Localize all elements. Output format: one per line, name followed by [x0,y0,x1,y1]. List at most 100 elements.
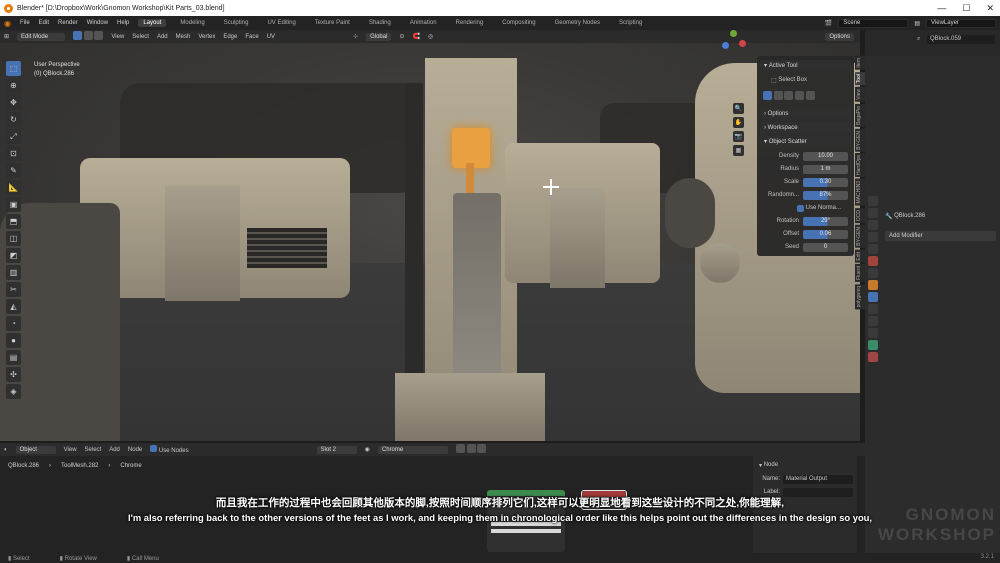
options-section[interactable]: › Options [760,108,851,119]
zoom-icon[interactable]: 🔍 [733,103,744,114]
editor-type-icon[interactable]: ⊞ [4,33,9,40]
shader-menu-add[interactable]: Add [109,447,120,453]
breadcrumb-material[interactable]: Chrome [120,463,141,469]
tab-polygoniq[interactable]: polygoniq [855,284,865,310]
tab-view[interactable]: View [855,86,865,102]
edge-select-icon[interactable] [83,31,93,40]
tab-shading[interactable]: Shading [364,19,396,27]
offset-field[interactable]: Offset 0.06 [763,229,848,239]
cursor-tool-icon[interactable]: ⊕ [6,78,21,93]
use-normal-checkbox[interactable]: Use Norma... [797,203,848,213]
tab-item[interactable]: Item [855,56,865,70]
maximize-button[interactable]: ☐ [962,3,970,14]
tab-edit[interactable]: Edit [855,249,865,263]
object-scatter-section[interactable]: ▾ Object Scatter [760,136,851,147]
blender-menu-icon[interactable]: ◉ [4,19,11,28]
active-tool-row[interactable]: ⬚ Select Box [771,75,848,85]
add-modifier-button[interactable]: Add Modifier [885,231,996,241]
data-props-icon[interactable] [868,340,878,350]
navigation-gizmo[interactable] [720,30,748,74]
transform-orientation-selector[interactable]: Global [366,32,392,41]
extrude-icon[interactable]: ⬒ [6,214,21,229]
transform-icon[interactable]: ⊡ [6,146,21,161]
scale-value[interactable]: 0.30 [803,177,848,187]
mode-selector[interactable]: Edit Mode [17,32,66,41]
object-name-row[interactable]: 🔧 QBlock.286 [885,211,996,221]
bevel-icon[interactable]: ◩ [6,248,21,263]
minimize-button[interactable]: — [937,3,946,13]
menu-edit[interactable]: Edit [39,20,49,26]
menu-vertex[interactable]: Vertex [198,34,215,40]
offset-value[interactable]: 0.06 [803,229,848,239]
rotation-value[interactable]: 29° [803,216,848,226]
tab-bygen-2[interactable]: BY-GEN [855,224,865,248]
viewlayer-selector[interactable]: ViewLayer [926,18,996,28]
material-selector[interactable]: Chrome [377,445,448,454]
menu-add[interactable]: Add [157,34,168,40]
menu-window[interactable]: Window [87,20,108,26]
checkbox-checked-icon[interactable] [797,204,804,212]
menu-select[interactable]: Select [132,34,149,40]
density-value[interactable]: 10.00 [803,151,848,161]
breadcrumb-mesh[interactable]: ToolMesh.282 [61,463,98,469]
knife-icon[interactable]: ✂ [6,282,21,297]
gizmo-x-icon[interactable] [739,40,746,47]
shader-menu-select[interactable]: Select [85,447,102,453]
menu-view[interactable]: View [111,34,124,40]
mode-extend-icon[interactable] [773,90,783,100]
scene-props-icon[interactable] [868,244,878,254]
smooth-icon[interactable]: ● [6,333,21,348]
tab-hardops[interactable]: HardOps [855,153,865,178]
camera-icon[interactable]: 📷 [733,131,744,142]
modifier-props-icon[interactable] [868,292,878,302]
tab-bygen[interactable]: BY-GEN [855,128,865,152]
tab-ocd[interactable]: OCD [855,207,865,223]
edge-slide-icon[interactable]: ▤ [6,350,21,365]
seed-value[interactable]: 0 [803,242,848,252]
menu-file[interactable]: File [20,20,30,26]
shader-menu-view[interactable]: View [64,447,77,453]
material-props-icon[interactable] [868,352,878,362]
close-button[interactable]: ✕ [986,3,994,14]
poly-build-icon[interactable]: ◭ [6,299,21,314]
pan-icon[interactable]: ✋ [733,117,744,128]
world-props-icon[interactable] [868,256,878,266]
tab-rendering[interactable]: Rendering [451,19,489,27]
shader-type-selector[interactable]: Object [15,445,56,454]
output-props-icon[interactable] [868,220,878,230]
node-panel-header[interactable]: ▾ Node [759,460,853,470]
shader-editor-type-icon[interactable]: ◐ [4,447,8,453]
tab-layout[interactable]: Layout [138,19,167,27]
select-mode-buttons[interactable] [73,31,104,42]
collection-props-icon[interactable] [868,268,878,278]
material-buttons[interactable] [455,444,487,455]
gizmo-z-icon[interactable] [722,42,729,49]
randomness-field[interactable]: Randomn... 87% [763,190,848,200]
seed-field[interactable]: Seed 0 [763,242,848,252]
proportional-edit-icon[interactable]: ◎ [428,33,433,40]
rotation-field[interactable]: Rotation 29° [763,216,848,226]
render-props-icon[interactable] [868,208,878,218]
slot-selector[interactable]: Slot 2 [316,445,357,454]
move-icon[interactable]: ✥ [6,95,21,110]
tab-compositing[interactable]: Compositing [497,19,540,27]
tab-geometry-nodes[interactable]: Geometry Nodes [550,19,605,27]
vertex-select-icon[interactable] [73,31,83,40]
mode-new-icon[interactable] [763,90,772,100]
node-name-field[interactable]: Material Output [783,474,853,484]
tab-texture-paint[interactable]: Texture Paint [310,19,355,27]
select-box-icon[interactable]: ⬚ [6,61,21,76]
active-tool-section[interactable]: ▾ Active Tool [760,60,851,71]
tab-sculpting[interactable]: Sculpting [219,19,254,27]
breadcrumb-object[interactable]: QBlock.286 [8,463,39,469]
scale-icon[interactable]: ⤢ [6,129,21,144]
spin-icon[interactable]: ◔ [6,316,21,331]
tab-bagapie[interactable]: BagaPie [855,103,865,127]
randomness-value[interactable]: 87% [803,190,848,200]
menu-render[interactable]: Render [58,20,78,26]
menu-edge[interactable]: Edge [223,34,237,40]
tab-tool[interactable]: Tool [855,71,865,85]
loop-cut-icon[interactable]: ▥ [6,265,21,280]
physics-props-icon[interactable] [868,316,878,326]
mode-subtract-icon[interactable] [784,90,794,100]
